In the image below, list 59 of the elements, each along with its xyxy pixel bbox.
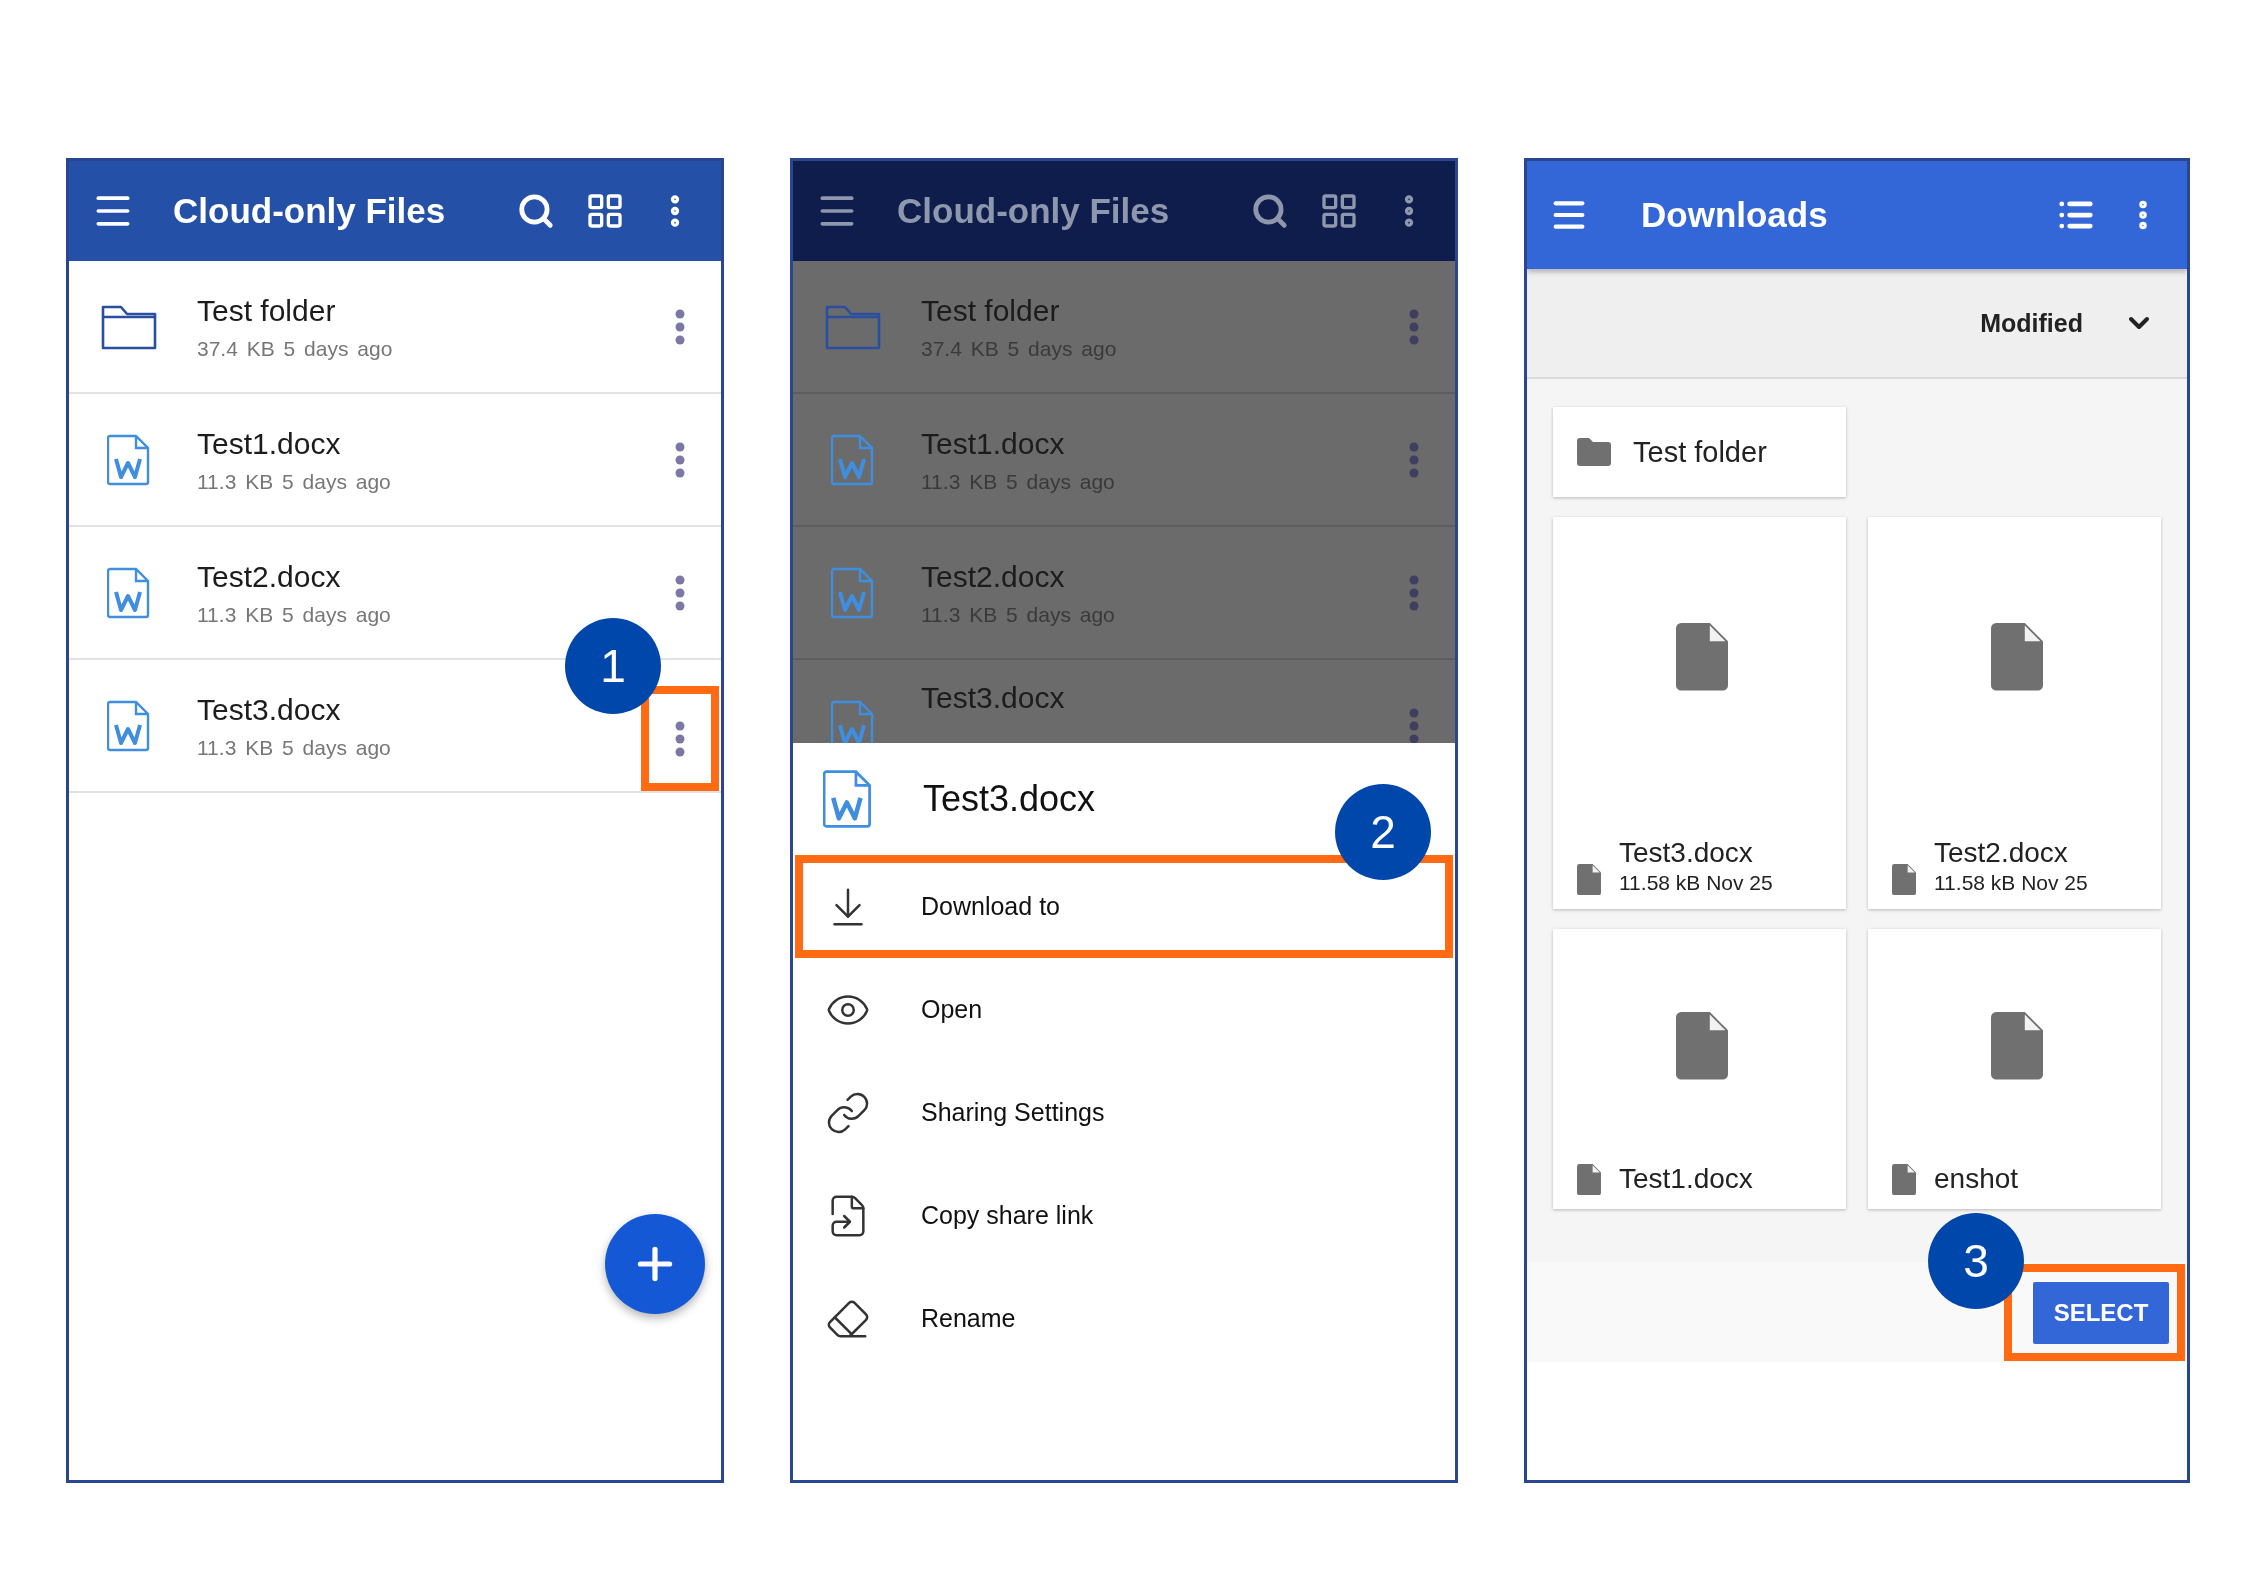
file-meta: 37.4 KB 5 days ago: [197, 336, 394, 361]
file-icon: [1990, 1012, 2043, 1080]
file-icon: [1675, 623, 1728, 691]
file-icon: [1990, 623, 2043, 691]
select-button[interactable]: SELECT: [2033, 1281, 2169, 1344]
file-name: Test2.docx: [1934, 837, 2069, 869]
file-meta: 11.3 KB 5 days ago: [197, 735, 392, 760]
more-icon: [1409, 574, 1419, 611]
file-icon: [1577, 1163, 1601, 1195]
app-title: Downloads: [1640, 195, 1829, 235]
file-meta: 11.58 kB Nov 25: [1934, 871, 2088, 895]
sheet-title: Test3.docx: [923, 778, 1096, 820]
file-name: Test folder: [197, 292, 337, 329]
word-document-icon: [831, 433, 875, 486]
more-icon: [1409, 441, 1419, 478]
file-icon: [1577, 863, 1601, 895]
file-name: Test2.docx: [921, 558, 1066, 595]
file-name: Test2.docx: [197, 558, 342, 595]
file-icon: [1892, 1163, 1916, 1195]
file-card[interactable]: Test3.docx 11.58 kB Nov 25: [1553, 517, 1846, 909]
file-icon: [1675, 1012, 1728, 1080]
more-icon: [1409, 308, 1419, 345]
step-badge: 2: [1335, 784, 1431, 880]
more-icon: [675, 441, 685, 478]
app-title: Cloud-only Files: [172, 191, 447, 231]
more-icon: [675, 308, 685, 345]
file-card[interactable]: Test1.docx: [1553, 929, 1846, 1209]
file-name: enshot: [1934, 1163, 2019, 1195]
app-title: Cloud-only Files: [896, 191, 1171, 231]
file-name: Test3.docx: [1619, 837, 1754, 869]
file-name: Test1.docx: [921, 425, 1066, 462]
file-name: Test3.docx: [921, 680, 1066, 716]
more-icon: [675, 574, 685, 611]
folder-card[interactable]: Test folder: [1553, 407, 1846, 497]
file-meta: 11.3 KB 5 days ago: [197, 469, 392, 494]
step-badge: 1: [565, 618, 661, 714]
file-name: Test folder: [921, 292, 1061, 329]
file-meta: 11.3 KB 5 days ago: [197, 602, 392, 627]
file-row[interactable]: Test folder 37.4 KB 5 days ago: [69, 261, 721, 394]
file-row[interactable]: Test1.docx 11.3 KB 5 days ago: [69, 394, 721, 527]
more-icon: [1409, 707, 1419, 743]
file-name: Test1.docx: [197, 425, 342, 462]
word-document-icon: [831, 699, 875, 743]
more-icon: [675, 720, 685, 757]
word-document-icon: [107, 566, 151, 619]
word-document-icon: [107, 699, 151, 752]
file-name: Test1.docx: [1619, 1163, 1753, 1195]
folder-icon: [1577, 438, 1611, 466]
menu-item[interactable]: Download to: [795, 855, 1453, 958]
folder-name: Test folder: [1633, 435, 1767, 469]
word-document-icon: [823, 769, 873, 829]
file-icon: [1892, 863, 1916, 895]
word-document-icon: [107, 433, 151, 486]
file-card[interactable]: enshot: [1868, 929, 2161, 1209]
file-name: Test3.docx: [197, 691, 342, 728]
file-card[interactable]: Test2.docx 11.58 kB Nov 25: [1868, 517, 2161, 909]
word-document-icon: [831, 566, 875, 619]
sort-dropdown[interactable]: Modified: [1974, 306, 2161, 340]
file-meta: 11.58 kB Nov 25: [1619, 871, 1773, 895]
